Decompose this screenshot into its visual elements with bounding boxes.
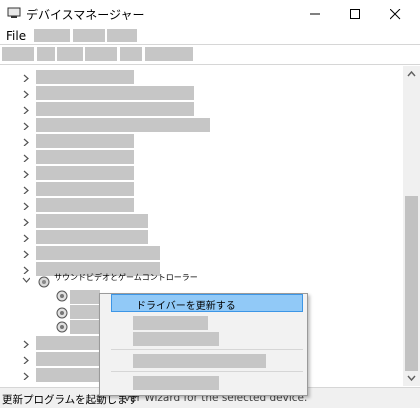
device-item-redacted[interactable] bbox=[70, 290, 100, 304]
scroll-up-arrow-icon[interactable] bbox=[403, 66, 420, 83]
chevron-right-icon[interactable] bbox=[22, 170, 30, 178]
chevron-right-icon[interactable] bbox=[22, 356, 30, 364]
chevron-right-icon[interactable] bbox=[22, 106, 30, 114]
context-menu-item-redacted[interactable] bbox=[133, 332, 219, 346]
category-item-redacted[interactable] bbox=[36, 182, 134, 196]
chevron-right-icon[interactable] bbox=[22, 372, 30, 380]
window-title: デバイスマネージャー bbox=[26, 8, 145, 22]
toolbar bbox=[0, 44, 420, 65]
chevron-right-icon[interactable] bbox=[22, 122, 30, 130]
audio-device-icon bbox=[56, 321, 68, 333]
scrollbar-thumb[interactable] bbox=[405, 196, 418, 371]
category-item-redacted[interactable] bbox=[36, 166, 134, 180]
maximize-icon bbox=[350, 9, 360, 19]
chevron-right-icon[interactable] bbox=[22, 74, 30, 82]
toolbar-button-redacted[interactable] bbox=[145, 47, 193, 61]
minimize-button[interactable] bbox=[296, 0, 336, 28]
close-button[interactable] bbox=[376, 0, 416, 28]
scroll-down-arrow-icon[interactable] bbox=[403, 369, 420, 386]
context-menu-item-redacted[interactable] bbox=[133, 376, 219, 390]
chevron-down-icon[interactable] bbox=[22, 276, 30, 284]
context-menu-item-label: ドライバーを更新する bbox=[136, 301, 236, 312]
context-menu-item-redacted[interactable] bbox=[133, 316, 208, 330]
chevron-right-icon[interactable] bbox=[22, 90, 30, 98]
category-item-redacted[interactable] bbox=[36, 118, 210, 132]
device-manager-window: デバイスマネージャー File サウンドビデオとゲームコントローラー 更新プログ… bbox=[0, 0, 420, 408]
chevron-right-icon[interactable] bbox=[22, 266, 30, 274]
menu-file[interactable]: File bbox=[6, 29, 26, 43]
speaker-icon bbox=[38, 276, 50, 288]
chevron-right-icon[interactable] bbox=[22, 234, 30, 242]
audio-device-icon bbox=[56, 307, 68, 319]
category-item-redacted[interactable] bbox=[36, 150, 134, 164]
toolbar-button-redacted[interactable] bbox=[37, 47, 55, 61]
category-item-redacted[interactable] bbox=[36, 214, 148, 228]
toolbar-button-redacted[interactable] bbox=[85, 47, 117, 61]
menu-item-redacted[interactable] bbox=[73, 29, 105, 42]
category-item-redacted[interactable] bbox=[36, 70, 134, 84]
close-icon bbox=[390, 9, 401, 20]
toolbar-button-redacted[interactable] bbox=[57, 47, 83, 61]
chevron-right-icon[interactable] bbox=[22, 340, 30, 348]
chevron-right-icon[interactable] bbox=[22, 186, 30, 194]
menu-bar: File bbox=[0, 28, 420, 44]
category-item-redacted[interactable] bbox=[36, 230, 148, 244]
chevron-right-icon[interactable] bbox=[22, 138, 30, 146]
menu-item-redacted[interactable] bbox=[107, 29, 137, 42]
audio-device-icon bbox=[56, 290, 68, 302]
chevron-right-icon[interactable] bbox=[22, 218, 30, 226]
category-item-redacted[interactable] bbox=[36, 86, 194, 100]
category-label-sound-video-game[interactable]: サウンドビデオとゲームコントローラー bbox=[54, 272, 198, 283]
device-manager-icon bbox=[7, 7, 21, 18]
minimize-icon bbox=[310, 13, 320, 15]
maximize-button[interactable] bbox=[336, 0, 376, 28]
chevron-right-icon[interactable] bbox=[22, 154, 30, 162]
device-item-redacted[interactable] bbox=[70, 320, 100, 334]
chevron-right-icon[interactable] bbox=[22, 202, 30, 210]
category-item-redacted[interactable] bbox=[36, 246, 160, 260]
category-item-redacted[interactable] bbox=[36, 198, 134, 212]
toolbar-button-redacted[interactable] bbox=[2, 47, 34, 61]
context-menu-item-redacted[interactable] bbox=[133, 354, 266, 368]
device-item-redacted[interactable] bbox=[70, 305, 100, 319]
chevron-right-icon[interactable] bbox=[22, 250, 30, 258]
title-bar: デバイスマネージャー bbox=[0, 0, 420, 28]
context-menu-separator bbox=[111, 349, 303, 350]
category-item-redacted[interactable] bbox=[36, 134, 134, 148]
context-menu-separator bbox=[111, 371, 303, 372]
category-item-redacted[interactable] bbox=[36, 102, 194, 116]
menu-item-redacted[interactable] bbox=[34, 29, 70, 42]
toolbar-button-redacted[interactable] bbox=[120, 47, 142, 61]
